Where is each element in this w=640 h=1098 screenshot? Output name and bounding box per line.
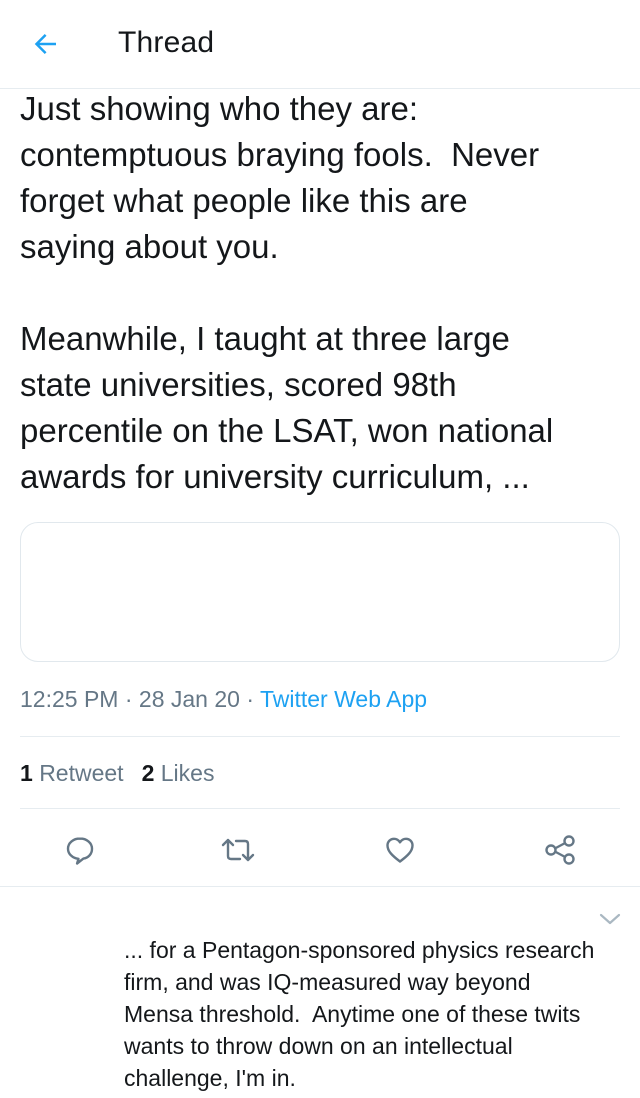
tweet-paragraph-2: Meanwhile, I taught at three large state… (20, 320, 554, 495)
tweet-date: 28 Jan 20 (138, 686, 240, 712)
likes-label: Likes (160, 760, 215, 786)
divider (20, 808, 620, 809)
tweet-meta: 12:25 PM · 28 Jan 20 · Twitter Web App (20, 686, 427, 713)
tweet-source-link[interactable]: Twitter Web App (260, 686, 427, 712)
divider (0, 886, 640, 887)
heart-icon (386, 837, 414, 863)
retweets-label: Retweet (39, 760, 124, 786)
engagement-stats: 1 Retweet 2 Likes (20, 760, 214, 787)
share-button[interactable] (540, 830, 580, 870)
tweet-paragraph-1: Just showing who they are: contemptuous … (20, 90, 540, 265)
retweet-button[interactable] (218, 830, 258, 870)
tweet-time: 12:25 PM (20, 686, 119, 712)
retweets-count: 1 (20, 760, 33, 786)
back-button[interactable] (26, 24, 66, 64)
reply-tweet-text: ... for a Pentagon-sponsored physics res… (124, 937, 595, 1091)
link-preview-card[interactable] (20, 522, 620, 662)
likes-count: 2 (141, 760, 155, 786)
divider (20, 736, 620, 737)
reply-icon (66, 837, 94, 865)
reply-menu-button[interactable] (596, 908, 624, 930)
likes-stat[interactable]: 2 Likes (142, 760, 215, 786)
retweets-stat[interactable]: 1 Retweet (20, 760, 124, 786)
page-title: Thread (118, 26, 215, 59)
retweet-icon (221, 838, 255, 862)
chevron-down-icon (599, 913, 621, 925)
arrow-left-icon (34, 34, 56, 54)
tweet-text: Just showing who they are: contemptuous … (20, 86, 620, 500)
thread-header: Thread (0, 0, 640, 89)
reply-button[interactable] (60, 830, 100, 870)
action-bar (0, 822, 640, 878)
share-icon (545, 835, 575, 865)
like-button[interactable] (380, 830, 420, 870)
meta-separator: · (246, 686, 254, 712)
meta-separator: · (124, 686, 133, 712)
